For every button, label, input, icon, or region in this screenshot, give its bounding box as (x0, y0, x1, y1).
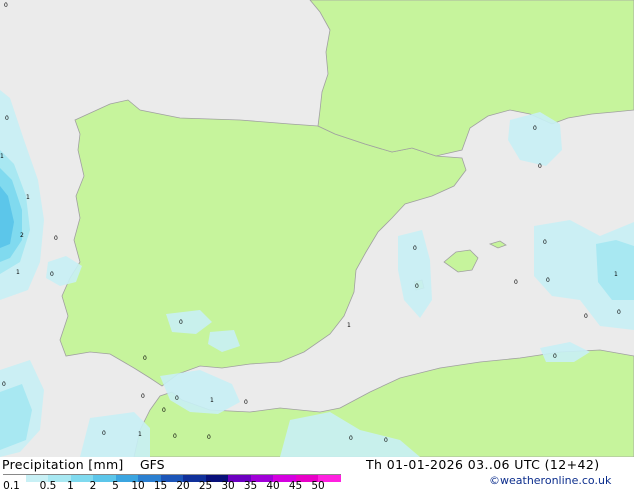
value-label: 0 (179, 319, 183, 326)
value-label: 0 (584, 313, 588, 320)
value-label: 0 (553, 353, 557, 360)
value-label: 1 (26, 194, 30, 201)
value-label: 0 (102, 430, 106, 437)
value-label: 1 (347, 322, 351, 329)
value-label: 2 (20, 232, 24, 239)
value-label: 0 (5, 115, 9, 122)
value-label: 0 (143, 355, 147, 362)
value-label: 0 (50, 271, 54, 278)
value-label: 0 (413, 245, 417, 252)
value-label: 0 (349, 435, 353, 442)
map-title: Precipitation [mm] (2, 457, 124, 472)
value-label: 1 (16, 269, 20, 276)
value-label: 0 (415, 283, 419, 290)
value-label: 0 (173, 433, 177, 440)
value-label: 0 (514, 279, 518, 286)
value-label: 1 (0, 153, 4, 160)
value-label: 1 (138, 431, 142, 438)
forecast-datetime: Th 01-01-2026 03..06 UTC (12+42) (366, 457, 600, 472)
value-label: 0 (54, 235, 58, 242)
value-label: 0 (244, 399, 248, 406)
value-label: 0 (617, 309, 621, 316)
value-label: 0 (4, 2, 8, 9)
value-label: 0 (141, 393, 145, 400)
map-footer: Precipitation [mm] GFS Th 01-01-2026 03.… (0, 457, 634, 491)
value-label: 0 (384, 437, 388, 444)
value-label: 0 (533, 125, 537, 132)
value-label: 0 (543, 239, 547, 246)
value-label: 0 (538, 163, 542, 170)
model-name: GFS (140, 457, 165, 472)
value-label: 1 (210, 397, 214, 404)
value-label: 0 (546, 277, 550, 284)
value-label: 0 (175, 395, 179, 402)
weather-map-view: 0 0 1 1 2 0 1 0 0 0 0 0 0 0 1 0 0 0 0 1 (0, 0, 634, 491)
credit-link[interactable]: ©weatheronline.co.uk (489, 474, 611, 488)
value-label: 1 (614, 271, 618, 278)
value-label: 0 (207, 434, 211, 441)
value-label: 0 (162, 407, 166, 414)
map-canvas: 0 0 1 1 2 0 1 0 0 0 0 0 0 0 1 0 0 0 0 1 (0, 0, 634, 457)
precipitation-map[interactable]: 0 0 1 1 2 0 1 0 0 0 0 0 0 0 1 0 0 0 0 1 (0, 0, 634, 457)
value-label: 0 (2, 381, 6, 388)
